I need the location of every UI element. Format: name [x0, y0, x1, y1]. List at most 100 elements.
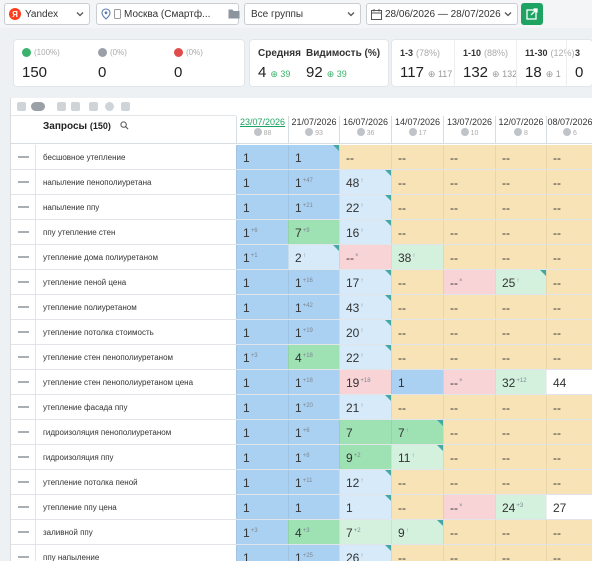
table-row[interactable]: утепление полиуретаном [11, 295, 236, 320]
minus-icon[interactable] [18, 506, 29, 508]
position-cell[interactable]: -- [546, 170, 592, 195]
position-cell[interactable]: --× [443, 270, 495, 295]
toggle-icon[interactable] [31, 102, 45, 111]
position-cell[interactable]: 16↑ [339, 220, 391, 245]
position-cell[interactable]: -- [546, 420, 592, 445]
minus-icon[interactable] [18, 231, 29, 233]
date-range-picker[interactable]: 28/06/2026 — 28/07/2026 [366, 3, 518, 25]
tag-icon[interactable] [71, 102, 80, 111]
position-cell[interactable]: -- [443, 220, 495, 245]
position-cell[interactable]: 19+18 [339, 370, 391, 395]
position-cell[interactable]: 1+6 [236, 220, 288, 245]
position-cell[interactable]: 1+47 [288, 170, 339, 195]
position-cell[interactable]: -- [546, 345, 592, 370]
position-cell[interactable]: -- [495, 195, 546, 220]
minus-icon[interactable] [18, 206, 29, 208]
search-engine-select[interactable]: Я Yandex [4, 3, 90, 25]
position-cell[interactable]: -- [339, 145, 391, 170]
position-cell[interactable]: -- [495, 445, 546, 470]
position-cell[interactable]: -- [495, 420, 546, 445]
position-cell[interactable]: 27 [546, 495, 592, 520]
position-cell[interactable]: -- [495, 295, 546, 320]
position-cell[interactable]: -- [391, 145, 443, 170]
minus-icon[interactable] [18, 356, 29, 358]
minus-icon[interactable] [18, 431, 29, 433]
table-row[interactable]: утепление ппу цена [11, 495, 236, 520]
position-cell[interactable]: 1+3 [236, 520, 288, 545]
position-cell[interactable]: 17↑ [339, 270, 391, 295]
position-cell[interactable]: -- [495, 520, 546, 545]
position-cell[interactable]: -- [546, 520, 592, 545]
position-cell[interactable]: -- [443, 470, 495, 495]
position-cell[interactable]: 1 [339, 495, 391, 520]
position-cell[interactable]: -- [443, 545, 495, 561]
date-column-header[interactable]: 21/07/2026 93 [288, 116, 339, 144]
minus-icon[interactable] [18, 156, 29, 158]
position-cell[interactable]: 48↑ [339, 170, 391, 195]
position-cell[interactable]: -- [546, 395, 592, 420]
position-cell[interactable]: 4+18 [288, 345, 339, 370]
position-cell[interactable]: 1 [391, 370, 443, 395]
position-cell[interactable]: 1 [236, 295, 288, 320]
position-cell[interactable]: -- [391, 220, 443, 245]
position-cell[interactable]: -- [391, 345, 443, 370]
table-row[interactable]: бесшовное утепление [11, 145, 236, 170]
position-cell[interactable]: -- [495, 470, 546, 495]
position-cell[interactable]: 7+2 [339, 520, 391, 545]
position-cell[interactable]: 32+12 [495, 370, 546, 395]
position-cell[interactable]: 20↑ [339, 320, 391, 345]
table-row[interactable]: утепление стен пенополиуретаном цена [11, 370, 236, 395]
position-cell[interactable]: 1+42 [288, 295, 339, 320]
position-cell[interactable]: 11↑ [391, 445, 443, 470]
position-cell[interactable]: -- [443, 245, 495, 270]
position-cell[interactable]: -- [443, 170, 495, 195]
table-row[interactable]: заливной ппу [11, 520, 236, 545]
position-cell[interactable]: -- [443, 320, 495, 345]
position-cell[interactable]: 4+3 [288, 520, 339, 545]
position-cell[interactable]: 1 [288, 145, 339, 170]
minus-icon[interactable] [18, 306, 29, 308]
position-cell[interactable]: 7↑ [391, 420, 443, 445]
columns-icon[interactable] [121, 102, 130, 111]
table-row[interactable]: утепление потолка стоимость [11, 320, 236, 345]
position-cell[interactable]: 1+18 [288, 370, 339, 395]
position-cell[interactable]: -- [495, 545, 546, 561]
position-cell[interactable]: 1+25 [288, 545, 339, 561]
position-cell[interactable]: -- [391, 320, 443, 345]
position-cell[interactable]: 12↑ [339, 470, 391, 495]
position-cell[interactable]: --× [443, 495, 495, 520]
position-cell[interactable]: 1 [236, 320, 288, 345]
position-cell[interactable]: -- [443, 295, 495, 320]
position-cell[interactable]: 1+21 [288, 195, 339, 220]
position-cell[interactable]: 1+6 [288, 420, 339, 445]
minus-icon[interactable] [18, 331, 29, 333]
position-cell[interactable]: -- [495, 245, 546, 270]
position-cell[interactable]: -- [443, 520, 495, 545]
position-cell[interactable]: 43↑ [339, 295, 391, 320]
position-cell[interactable]: 1 [236, 545, 288, 561]
position-cell[interactable]: 1 [236, 270, 288, 295]
position-cell[interactable]: 25↑ [495, 270, 546, 295]
position-cell[interactable]: 7 [339, 420, 391, 445]
position-cell[interactable]: -- [391, 295, 443, 320]
minus-icon[interactable] [18, 406, 29, 408]
position-cell[interactable]: -- [443, 395, 495, 420]
search-icon[interactable] [120, 121, 129, 130]
position-cell[interactable]: -- [443, 145, 495, 170]
position-cell[interactable]: 1 [236, 145, 288, 170]
group-select[interactable]: Все группы [244, 3, 361, 25]
table-row[interactable]: напыление пенополиуретана [11, 170, 236, 195]
table-row[interactable]: утепление потолка пеной [11, 470, 236, 495]
position-cell[interactable]: -- [546, 545, 592, 561]
chart-icon[interactable] [105, 102, 114, 111]
minus-icon[interactable] [18, 381, 29, 383]
position-cell[interactable]: 22↑ [339, 345, 391, 370]
position-cell[interactable]: --× [339, 245, 391, 270]
position-cell[interactable]: -- [546, 320, 592, 345]
position-cell[interactable]: 1+19 [288, 320, 339, 345]
date-column-header[interactable]: 14/07/2026 17 [391, 116, 443, 144]
position-cell[interactable]: 24+3 [495, 495, 546, 520]
position-cell[interactable]: 1 [236, 195, 288, 220]
position-cell[interactable]: -- [443, 195, 495, 220]
position-cell[interactable]: -- [546, 295, 592, 320]
